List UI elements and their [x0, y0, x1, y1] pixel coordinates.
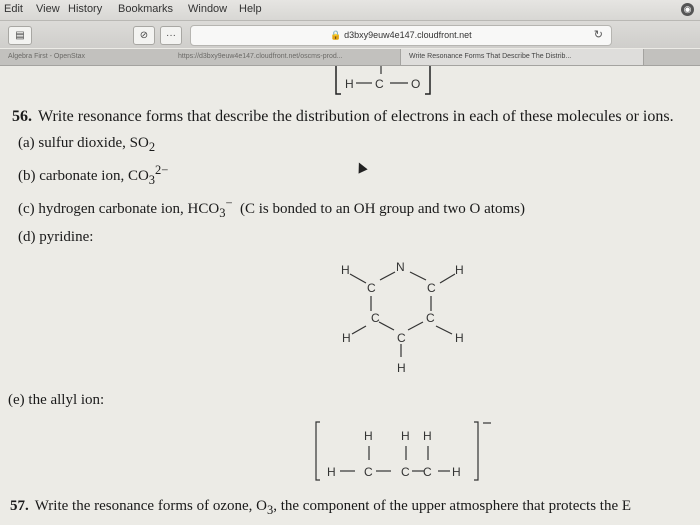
menu-window[interactable]: Window [188, 3, 227, 15]
part-c-text: (c) hydrogen carbonate ion, HCO [18, 201, 220, 217]
part-c-charge: − [225, 196, 233, 210]
lock-icon: 🔒 [330, 30, 342, 40]
question-57: 57. Write the resonance forms of ozone, O… [10, 498, 631, 518]
part-b-text: (b) carbonate ion, CO [18, 168, 149, 184]
sidebar-toggle-button[interactable]: ▤ [8, 26, 32, 45]
pyridine-c: C [427, 281, 436, 295]
tab-bar: Algebra First - OpenStax https://d3bxy9e… [0, 49, 700, 66]
pyridine-n: N [396, 260, 405, 274]
tab-cloudfront[interactable]: https://d3bxy9euw4e147.cloudfront.net/os… [170, 49, 376, 65]
part-a: (a) sulfur dioxide, SO2 [18, 135, 155, 155]
allyl-h-left: H [327, 465, 336, 479]
tab-algebra[interactable]: Algebra First - OpenStax [0, 49, 126, 65]
document-view: H C O 56. Write resonance forms that desc… [0, 66, 700, 525]
pyridine-h: H [341, 263, 350, 277]
fragment-o: O [411, 77, 420, 91]
part-a-text: (a) sulfur dioxide, SO [18, 135, 149, 151]
pyridine-h: H [455, 331, 464, 345]
menu-view[interactable]: View [36, 3, 60, 15]
ellipsis-icon: ··· [166, 30, 176, 41]
privacy-icon: ⊘ [139, 30, 149, 41]
more-button[interactable]: ··· [160, 26, 182, 45]
question-number: 56. [12, 108, 32, 125]
question-56: 56. Write resonance forms that describe t… [12, 108, 674, 126]
allyl-structure: H H H H C C C H [315, 421, 491, 481]
pyridine-c: C [397, 331, 406, 345]
part-e: (e) the allyl ion: [8, 392, 105, 408]
toolbar: ▤ ⊘ ··· 🔒 d3bxy9euw4e147.cloudfront.net … [0, 21, 700, 48]
menu-bookmarks[interactable]: Bookmarks [118, 3, 173, 15]
fragment-c: C [375, 77, 384, 91]
part-c: (c) hydrogen carbonate ion, HCO3− (C is … [18, 196, 525, 221]
pyridine-structure: H N H C C C C C H H H [341, 260, 464, 375]
allyl-c3: C [423, 465, 432, 479]
tab-resonance-forms[interactable]: Write Resonance Forms That Describe The … [400, 49, 644, 65]
question-number: 57. [10, 498, 29, 514]
top-structure-fragment: H C O [335, 66, 431, 95]
pyridine-h: H [397, 361, 406, 375]
question-text-continued: , the component of the upper atmosphere … [273, 498, 632, 514]
mouse-cursor-icon [354, 160, 368, 174]
menu-bar: Edit View History Bookmarks Window Help … [0, 0, 700, 21]
pyridine-h: H [342, 331, 351, 345]
fragment-h: H [345, 77, 354, 91]
menu-help[interactable]: Help [239, 3, 262, 15]
allyl-h-right: H [452, 465, 461, 479]
pyridine-c: C [367, 281, 376, 295]
allyl-h-top: H [401, 429, 410, 443]
address-bar[interactable]: 🔒 d3bxy9euw4e147.cloudfront.net ↻ [190, 25, 612, 46]
allyl-c1: C [364, 465, 373, 479]
allyl-h-top: H [423, 429, 432, 443]
part-a-subscript: 2 [148, 140, 156, 154]
sidebar-icon: ▤ [15, 30, 25, 41]
part-c-note: (C is bonded to an OH group and two O at… [240, 201, 525, 217]
pyridine-c: C [371, 311, 380, 325]
menu-edit[interactable]: Edit [4, 3, 23, 15]
part-b-charge: 2− [155, 163, 169, 177]
reload-icon[interactable]: ↻ [594, 26, 603, 45]
pyridine-h: H [455, 263, 464, 277]
allyl-c2: C [401, 465, 410, 479]
menu-history[interactable]: History [68, 3, 102, 15]
privacy-button[interactable]: ⊘ [133, 26, 155, 45]
control-center-icon[interactable]: ◉ [681, 3, 694, 16]
part-d: (d) pyridine: [18, 229, 94, 245]
address-text: d3bxy9euw4e147.cloudfront.net [344, 30, 472, 40]
pyridine-c: C [426, 311, 435, 325]
question-text: Write resonance forms that describe the … [38, 108, 674, 125]
allyl-h-top: H [364, 429, 373, 443]
question-text: Write the resonance forms of ozone, O [34, 498, 267, 514]
part-b: (b) carbonate ion, CO32− [18, 163, 168, 188]
